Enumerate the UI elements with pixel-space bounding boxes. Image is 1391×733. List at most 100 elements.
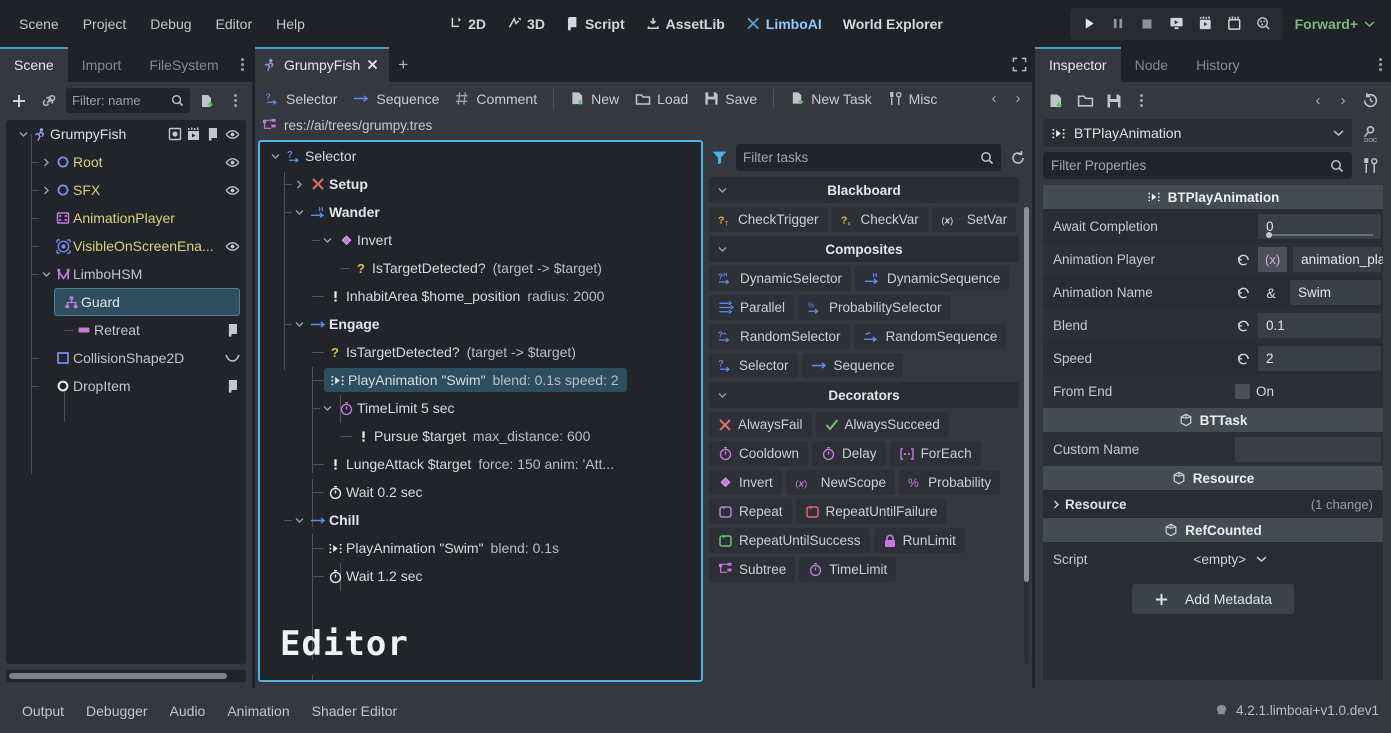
bt-node-inhabitarea[interactable]: InhabitArea $home_position radius: 2000: [260, 282, 701, 310]
menu-editor[interactable]: Editor: [205, 11, 264, 37]
property-animation-name[interactable]: Animation Name & Swim: [1043, 276, 1383, 309]
close-icon[interactable]: [367, 59, 378, 70]
inspector-next-button[interactable]: ›: [1332, 89, 1354, 113]
visibility-icon[interactable]: [225, 239, 240, 254]
palette-item-randomsequence[interactable]: RandomSequence: [854, 324, 1007, 349]
chevron-down-icon[interactable]: [39, 271, 53, 278]
chevron-down-icon[interactable]: [320, 405, 335, 412]
chevron-down-icon[interactable]: [1333, 129, 1344, 137]
object-tools-icon[interactable]: [1357, 154, 1383, 178]
tab-node[interactable]: Node: [1121, 47, 1182, 82]
palette-item-repeatuntilfailure[interactable]: RepeatUntilFailure: [796, 499, 947, 524]
property-speed[interactable]: Speed 2: [1043, 342, 1383, 375]
script-icon[interactable]: [206, 127, 220, 141]
history-icon[interactable]: [1357, 89, 1383, 113]
revert-icon[interactable]: [1235, 252, 1252, 267]
instance-scene-button[interactable]: [36, 89, 62, 113]
palette-item-dynamicselector[interactable]: ?H DynamicSelector: [709, 266, 851, 291]
property-value[interactable]: 0: [1258, 214, 1381, 239]
palette-item-cooldown[interactable]: Cooldown: [709, 441, 808, 466]
tree-item-guard[interactable]: Guard: [54, 288, 240, 316]
revert-icon[interactable]: [1235, 351, 1252, 366]
menu-project[interactable]: Project: [72, 11, 138, 37]
editor-tab-2d[interactable]: 2D: [439, 11, 495, 37]
bt-node-timelimit[interactable]: TimeLimit 5 sec: [260, 394, 701, 422]
scene-filter-input[interactable]: [72, 93, 167, 108]
save-bt-button[interactable]: Save: [697, 87, 764, 111]
tab-inspector[interactable]: Inspector: [1035, 47, 1121, 82]
palette-item-repeatuntilsuccess[interactable]: RepeatUntilSuccess: [709, 528, 870, 553]
tree-item-dropitem[interactable]: DropItem: [6, 372, 246, 400]
editor-tab-3d[interactable]: 3D: [498, 11, 554, 37]
palette-item-alwaysfail[interactable]: AlwaysFail: [709, 412, 812, 437]
remote-debug-button[interactable]: [1250, 12, 1277, 36]
movie-record-button[interactable]: [1221, 12, 1248, 36]
palette-item-checkvar[interactable]: ?x CheckVar: [832, 207, 928, 232]
palette-item-setvar[interactable]: (x) SetVar: [932, 207, 1016, 232]
chevron-down-icon[interactable]: [16, 131, 30, 138]
add-sequence-button[interactable]: Sequence: [346, 87, 446, 111]
palette-item-alwayssucceed[interactable]: AlwaysSucceed: [816, 412, 949, 437]
inspector-menu-icon[interactable]: [1369, 47, 1391, 82]
hscroll-thumb[interactable]: [9, 673, 227, 679]
tree-item-retreat[interactable]: Retreat: [6, 316, 246, 344]
play-button[interactable]: [1076, 12, 1103, 36]
inspector-extra-menu-icon[interactable]: [1130, 94, 1152, 107]
bt-node-tree[interactable]: ? Selector Setup H: [258, 140, 703, 682]
chevron-down-icon[interactable]: [709, 392, 735, 399]
menu-debug[interactable]: Debug: [139, 11, 202, 37]
palette-scrollbar-thumb[interactable]: [1024, 207, 1029, 582]
palette-item-selector[interactable]: ? Selector: [709, 353, 798, 378]
editor-tab-assetlib[interactable]: AssetLib: [637, 11, 734, 37]
misc-button[interactable]: Misc: [881, 87, 945, 111]
curve-icon[interactable]: [225, 353, 240, 363]
scene-filter-box[interactable]: [66, 88, 190, 113]
scene-tree[interactable]: GrumpyFish: [6, 120, 246, 664]
palette-item-probabilityselector[interactable]: % ProbabilitySelector: [798, 295, 951, 320]
bt-node-wander[interactable]: H Wander: [260, 198, 701, 226]
property-from-end[interactable]: From End On: [1043, 375, 1383, 408]
palette-item-parallel[interactable]: Parallel: [709, 295, 794, 320]
chevron-down-icon[interactable]: [1256, 555, 1267, 563]
chevron-right-icon[interactable]: [39, 158, 53, 167]
script-icon[interactable]: [226, 323, 240, 337]
inspector-category-bttask[interactable]: BTTask: [1043, 408, 1383, 432]
bt-node-invert[interactable]: Invert: [260, 226, 701, 254]
nav-next-button[interactable]: ›: [1007, 87, 1029, 111]
inspector-category-refcounted[interactable]: RefCounted: [1043, 518, 1383, 542]
expand-icon[interactable]: [1003, 47, 1035, 82]
bt-node-lungeattack[interactable]: LungeAttack $target force: 150 anim: 'At…: [260, 450, 701, 478]
palette-item-checktrigger[interactable]: ?T CheckTrigger: [709, 207, 828, 232]
palette-item-dynamicsequence[interactable]: H DynamicSequence: [855, 266, 1009, 291]
property-value[interactable]: 0.1: [1258, 313, 1381, 338]
palette-item-newscope[interactable]: (x) NewScope: [786, 470, 895, 495]
script-value-wrap[interactable]: <empty>: [1088, 552, 1373, 567]
inspector-category-resource[interactable]: Resource: [1043, 466, 1383, 490]
palette-item-delay[interactable]: Delay: [812, 441, 886, 466]
bottom-tab-debugger[interactable]: Debugger: [76, 698, 158, 724]
inspector-filter-box[interactable]: [1043, 152, 1352, 179]
tree-item-sfx[interactable]: SFX: [6, 176, 246, 204]
palette-item-runlimit[interactable]: RunLimit: [874, 528, 965, 553]
property-blend[interactable]: Blend 0.1: [1043, 309, 1383, 342]
revert-icon[interactable]: [1235, 285, 1252, 300]
editor-tab-limboai[interactable]: LimboAI: [737, 11, 831, 37]
bt-node-pursue[interactable]: Pursue $target max_distance: 600: [260, 422, 701, 450]
chevron-right-icon[interactable]: [292, 180, 307, 189]
tree-item-collisionshape2d[interactable]: CollisionShape2D: [6, 344, 246, 372]
open-docs-icon[interactable]: DOC: [1357, 121, 1383, 145]
nav-prev-button[interactable]: ‹: [983, 87, 1005, 111]
tree-item-animationplayer[interactable]: AnimationPlayer: [6, 204, 246, 232]
refresh-icon[interactable]: [1007, 150, 1029, 166]
property-value[interactable]: Swim: [1290, 280, 1381, 305]
inspector-object-selector[interactable]: BTPlayAnimation: [1043, 119, 1352, 147]
property-script[interactable]: Script <empty>: [1043, 543, 1383, 575]
palette-section-decorators[interactable]: Decorators: [709, 382, 1019, 408]
visibility-icon[interactable]: [225, 127, 240, 142]
new-task-button[interactable]: New Task: [783, 87, 878, 111]
palette-section-composites[interactable]: Composites: [709, 236, 1019, 262]
bt-node-playanimation-selected[interactable]: PlayAnimation "Swim" blend: 0.1s speed: …: [260, 366, 701, 394]
palette-section-blackboard[interactable]: Blackboard: [709, 177, 1019, 203]
tree-item-visibleonscreenenabler[interactable]: VisibleOnScreenEna...: [6, 232, 246, 260]
bottom-tab-animation[interactable]: Animation: [217, 698, 299, 724]
